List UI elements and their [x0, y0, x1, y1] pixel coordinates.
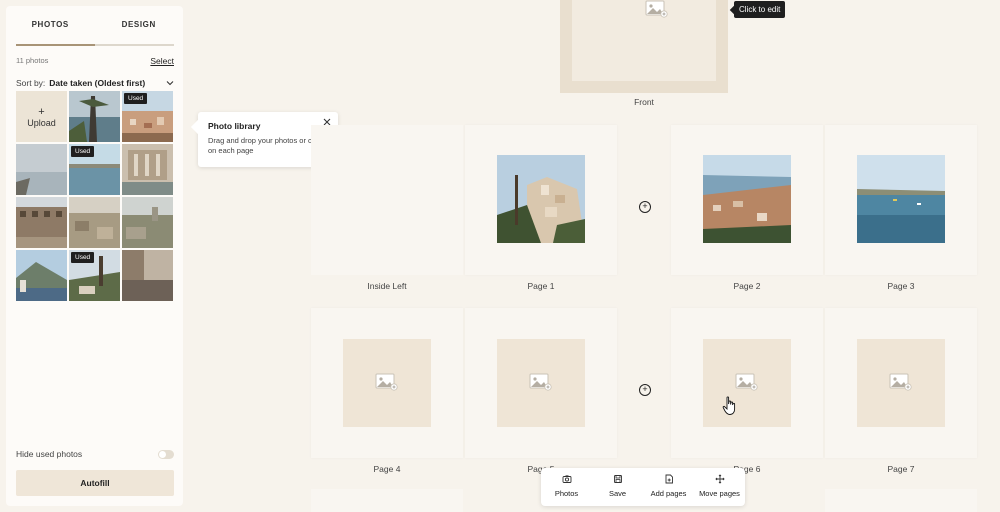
page-2[interactable] — [671, 125, 823, 275]
photo-thumbnail[interactable]: Used — [69, 144, 120, 195]
photo-thumbnail[interactable] — [69, 91, 120, 142]
move-pages-label: Move pages — [699, 489, 740, 498]
tab-design[interactable]: DESIGN — [95, 6, 184, 44]
photo-thumbnail[interactable] — [16, 197, 67, 248]
image-placeholder-icon — [375, 373, 399, 391]
tooltip-body: Drag and drop your photos or click on ea… — [208, 136, 323, 155]
tab-underline — [16, 44, 174, 46]
front-cover[interactable] — [560, 0, 728, 93]
move-icon — [714, 474, 725, 484]
select-link[interactable]: Select — [150, 56, 174, 66]
save-button[interactable]: Save — [592, 468, 643, 506]
add-page-button[interactable]: + — [639, 384, 651, 396]
page-4-label: Page 4 — [373, 464, 401, 474]
photos-button[interactable]: Photos — [541, 468, 592, 506]
photo-slot[interactable] — [343, 339, 431, 427]
move-pages-button[interactable]: Move pages — [694, 468, 745, 506]
camera-icon — [562, 475, 571, 483]
photo-count: 11 photos — [16, 56, 49, 65]
hand-cursor-icon — [722, 396, 736, 415]
photos-label: Photos — [554, 489, 579, 498]
tooltip-title: Photo library — [208, 121, 261, 131]
photo-thumbnail[interactable]: Used — [122, 91, 173, 142]
photo-thumbnail[interactable] — [69, 197, 120, 248]
cover-photo-slot[interactable] — [572, 0, 716, 81]
image-placeholder-icon — [889, 373, 913, 391]
sidebar-tabs: PHOTOS DESIGN — [6, 6, 183, 44]
photos-sidebar: PHOTOS DESIGN 11 photos Select Sort by: … — [6, 6, 183, 506]
image-placeholder-icon — [735, 373, 759, 391]
front-label: Front — [634, 97, 654, 107]
save-label: Save — [608, 489, 627, 498]
image-placeholder-icon — [529, 373, 553, 391]
page-7[interactable] — [825, 308, 977, 458]
photo-thumbnail[interactable] — [122, 144, 173, 195]
add-page-icon — [665, 474, 673, 484]
hide-used-label: Hide used photos — [16, 449, 83, 459]
photo-slot[interactable] — [857, 339, 945, 427]
page-5[interactable] — [465, 308, 617, 458]
click-to-edit-tooltip: Click to edit — [734, 1, 786, 18]
hide-used-toggle[interactable] — [158, 449, 174, 459]
upload-button[interactable]: + Upload — [16, 91, 67, 142]
page-9[interactable] — [825, 489, 977, 512]
image-placeholder-icon — [645, 0, 669, 18]
page-1[interactable] — [465, 125, 617, 275]
page-3-label: Page 3 — [887, 281, 915, 291]
page-8[interactable] — [311, 489, 463, 512]
sort-value: Date taken (Oldest first) — [49, 78, 146, 88]
photo-thumbnail[interactable] — [122, 250, 173, 301]
photo-thumbnail[interactable]: Used — [69, 250, 120, 301]
save-icon — [613, 475, 622, 483]
page-photo[interactable] — [497, 155, 585, 243]
page-inside-left[interactable] — [311, 125, 463, 275]
autofill-button[interactable]: Autofill — [16, 470, 174, 496]
photo-thumbnail[interactable] — [122, 197, 173, 248]
photo-thumbnail[interactable] — [16, 144, 67, 195]
tab-photos[interactable]: PHOTOS — [6, 6, 95, 44]
sort-dropdown[interactable]: Sort by: Date taken (Oldest first) — [16, 78, 174, 88]
page-7-label: Page 7 — [887, 464, 915, 474]
used-badge: Used — [71, 146, 95, 157]
photo-thumbnail[interactable] — [16, 250, 67, 301]
page-2-label: Page 2 — [733, 281, 761, 291]
inside-left-label: Inside Left — [367, 281, 407, 291]
page-1-label: Page 1 — [527, 281, 555, 291]
page-6[interactable] — [671, 308, 823, 458]
upload-label: Upload — [27, 117, 56, 128]
add-pages-label: Add pages — [650, 489, 687, 498]
add-pages-button[interactable]: Add pages — [643, 468, 694, 506]
photo-slot[interactable] — [703, 339, 791, 427]
sort-label: Sort by: — [16, 78, 46, 88]
used-badge: Used — [124, 93, 148, 104]
page-photo[interactable] — [857, 155, 945, 243]
page-4[interactable] — [311, 308, 463, 458]
used-badge: Used — [71, 252, 95, 263]
plus-icon: + — [38, 105, 45, 118]
photo-grid: + Upload Used Used Used — [16, 91, 174, 301]
add-page-button[interactable]: + — [639, 201, 651, 213]
page-3[interactable] — [825, 125, 977, 275]
photo-slot[interactable] — [497, 339, 585, 427]
bottom-toolbar: Photos Save Add pages Move pages — [541, 468, 745, 506]
page-photo[interactable] — [703, 155, 791, 243]
chevron-down-icon — [166, 78, 174, 88]
